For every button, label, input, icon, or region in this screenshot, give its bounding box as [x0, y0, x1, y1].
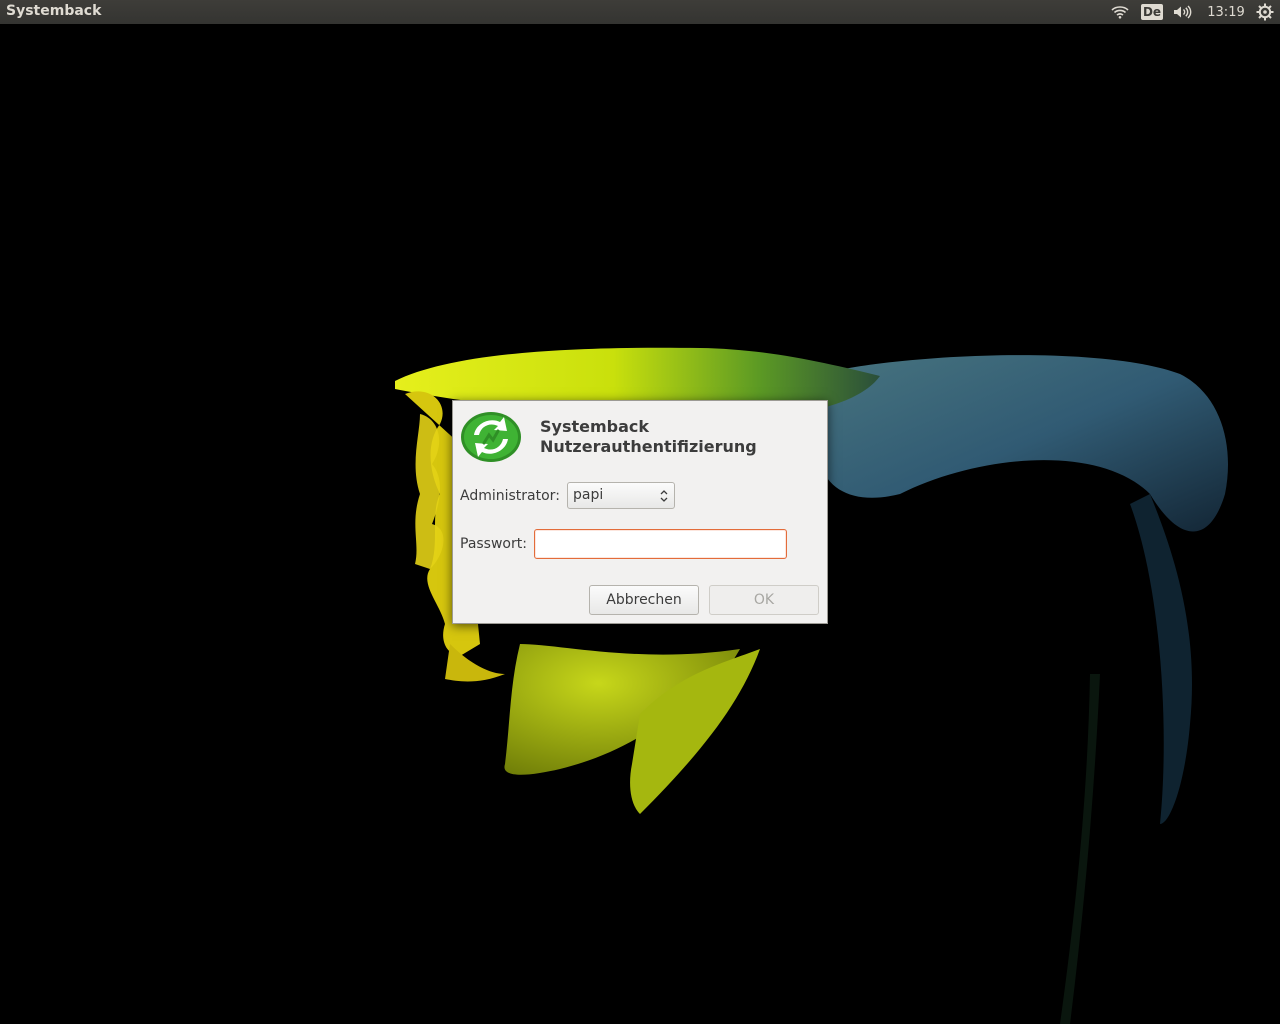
dialog-title: Systemback Nutzerauthentifizierung: [540, 417, 757, 457]
clock[interactable]: 13:19: [1203, 0, 1249, 24]
desktop: Systemback De 13:19 Systemback Nutzeraut…: [0, 0, 1280, 1024]
administrator-label: Administrator:: [460, 488, 560, 504]
password-field[interactable]: [534, 529, 787, 559]
password-label: Passwort:: [460, 536, 527, 552]
keyboard-layout-badge: De: [1140, 4, 1164, 20]
top-panel: Systemback De 13:19: [0, 0, 1280, 24]
session-gear-icon: [1256, 3, 1274, 21]
wifi-icon: [1111, 6, 1129, 19]
administrator-select-value: papi: [573, 487, 604, 503]
app-title: Systemback: [6, 3, 102, 19]
sound-indicator[interactable]: [1170, 0, 1196, 24]
dialog-title-app: Systemback: [540, 417, 650, 436]
updown-arrows-icon: [660, 490, 668, 502]
keyboard-layout-indicator[interactable]: De: [1140, 0, 1164, 24]
volume-icon: [1174, 5, 1192, 19]
session-menu[interactable]: [1253, 0, 1277, 24]
systemback-logo-icon: [461, 412, 521, 462]
ok-button[interactable]: OK: [709, 585, 819, 615]
authentication-dialog: Systemback Nutzerauthentifizierung Admin…: [452, 400, 828, 624]
dialog-title-subtitle: Nutzerauthentifizierung: [540, 437, 757, 456]
wifi-indicator[interactable]: [1108, 0, 1132, 24]
cancel-button[interactable]: Abbrechen: [589, 585, 699, 615]
administrator-select[interactable]: papi: [567, 482, 675, 509]
